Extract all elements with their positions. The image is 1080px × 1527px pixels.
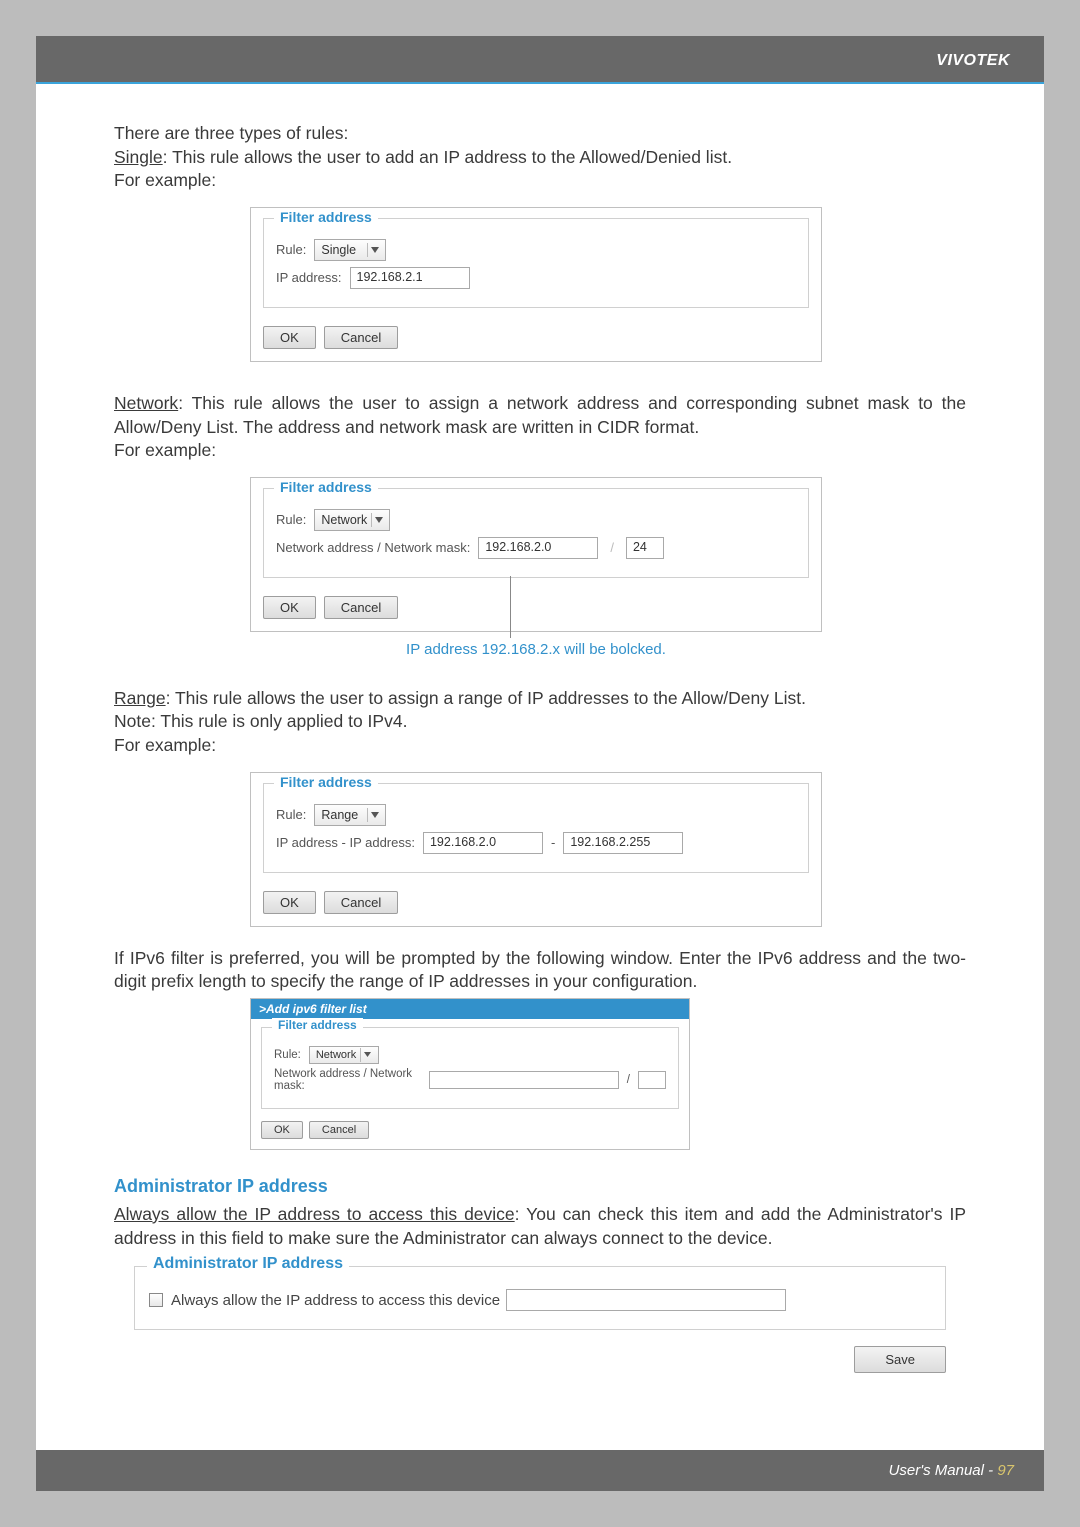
intro-single: Single: This rule allows the user to add… bbox=[114, 146, 966, 170]
chevron-down-icon bbox=[367, 243, 381, 257]
prefix-input[interactable]: 24 bbox=[626, 537, 664, 559]
single-label: Single bbox=[114, 147, 163, 167]
admin-fieldset: Administrator IP address Always allow th… bbox=[134, 1266, 946, 1330]
chevron-down-icon bbox=[360, 1048, 374, 1062]
ip-to-input[interactable]: 192.168.2.255 bbox=[563, 832, 683, 854]
document-page: VIVOTEK There are three types of rules: … bbox=[36, 36, 1044, 1491]
ipv6-title: >Add ipv6 filter list bbox=[251, 999, 689, 1019]
single-desc: : This rule allows the user to add an IP… bbox=[163, 147, 732, 167]
ok-button[interactable]: OK bbox=[261, 1121, 303, 1139]
footer-bar: User's Manual - 97 bbox=[36, 1450, 1044, 1491]
brand-text: VIVOTEK bbox=[936, 52, 1010, 69]
dialog-ipv6: >Add ipv6 filter list Filter address Rul… bbox=[250, 998, 690, 1150]
callout-line bbox=[510, 576, 511, 638]
ip-label: IP address: bbox=[276, 270, 342, 285]
fieldset-range: Filter address Rule: Range IP address - … bbox=[263, 783, 809, 873]
row-ip-single: IP address: 192.168.2.1 bbox=[276, 267, 796, 289]
mask-label: Network address / Network mask: bbox=[276, 540, 470, 555]
ok-button[interactable]: OK bbox=[263, 596, 316, 619]
prefix-input-ipv6[interactable] bbox=[638, 1071, 666, 1089]
rule-select-network[interactable]: Network bbox=[314, 509, 390, 531]
rule-label: Rule: bbox=[276, 242, 306, 257]
for-example-1: For example: bbox=[114, 169, 966, 193]
slash-text: / bbox=[627, 1074, 630, 1086]
rule-label: Rule: bbox=[274, 1049, 301, 1061]
ok-button[interactable]: OK bbox=[263, 891, 316, 914]
addr-input[interactable]: 192.168.2.0 bbox=[478, 537, 598, 559]
addr-input-ipv6[interactable] bbox=[429, 1071, 619, 1089]
range-desc: : This rule allows the user to assign a … bbox=[166, 688, 806, 708]
range-note: Note: This rule is only applied to IPv4. bbox=[114, 710, 966, 734]
rule-select-single[interactable]: Single bbox=[314, 239, 386, 261]
btnrow-range: OK Cancel bbox=[251, 885, 821, 926]
legend-network: Filter address bbox=[274, 479, 378, 495]
legend-single: Filter address bbox=[274, 209, 378, 225]
legend-range: Filter address bbox=[274, 774, 378, 790]
admin-desc: Always allow the IP address to access th… bbox=[114, 1203, 966, 1250]
rule-select-value: Network bbox=[321, 513, 367, 527]
footer-page: 97 bbox=[997, 1462, 1014, 1479]
fieldset-single: Filter address Rule: Single IP address: … bbox=[263, 218, 809, 308]
fieldset-ipv6: Filter address Rule: Network Network add… bbox=[261, 1027, 679, 1109]
admin-ip-input[interactable] bbox=[506, 1289, 786, 1311]
dialog-filter-network: Filter address Rule: Network Network add… bbox=[250, 477, 822, 632]
admin-checkbox[interactable] bbox=[149, 1293, 163, 1307]
mask-label: Network address / Network mask: bbox=[274, 1068, 421, 1092]
range-label: Range bbox=[114, 688, 166, 708]
iprange-label: IP address - IP address: bbox=[276, 835, 415, 850]
ip-input-single[interactable]: 192.168.2.1 bbox=[350, 267, 470, 289]
ipv6-intro: If IPv6 filter is preferred, you will be… bbox=[114, 947, 966, 994]
rule-select-value: Single bbox=[321, 243, 356, 257]
row-iprange: IP address - IP address: 192.168.2.0 - 1… bbox=[276, 832, 796, 854]
admin-checkbox-label: Always allow the IP address to access th… bbox=[171, 1292, 500, 1309]
page-content: There are three types of rules: Single: … bbox=[36, 84, 1044, 1383]
rule-label: Rule: bbox=[276, 512, 306, 527]
save-button[interactable]: Save bbox=[854, 1346, 946, 1373]
legend-ipv6: Filter address bbox=[272, 1018, 363, 1032]
rule-select-value: Network bbox=[316, 1049, 356, 1061]
admin-section-title: Administrator IP address bbox=[114, 1176, 966, 1197]
network-caption-box: IP address 192.168.2.x will be bolcked. bbox=[250, 638, 822, 659]
chevron-down-icon bbox=[371, 513, 385, 527]
row-rule-range: Rule: Range bbox=[276, 804, 796, 826]
ip-from-input[interactable]: 192.168.2.0 bbox=[423, 832, 543, 854]
rule-select-value: Range bbox=[321, 808, 358, 822]
cancel-button[interactable]: Cancel bbox=[324, 891, 398, 914]
slash-text: / bbox=[606, 540, 618, 555]
range-para: Range: This rule allows the user to assi… bbox=[114, 687, 966, 711]
row-rule-network: Rule: Network bbox=[276, 509, 796, 531]
btnrow-ipv6: OK Cancel bbox=[251, 1117, 689, 1149]
for-example-3: For example: bbox=[114, 734, 966, 758]
dialog-filter-range: Filter address Rule: Range IP address - … bbox=[250, 772, 822, 927]
rule-label: Rule: bbox=[276, 807, 306, 822]
cancel-button[interactable]: Cancel bbox=[324, 596, 398, 619]
footer-text: User's Manual - bbox=[889, 1462, 998, 1479]
network-label: Network bbox=[114, 393, 178, 413]
cancel-button[interactable]: Cancel bbox=[309, 1121, 369, 1139]
cancel-button[interactable]: Cancel bbox=[324, 326, 398, 349]
admin-legend: Administrator IP address bbox=[147, 1255, 349, 1273]
brand-header: VIVOTEK bbox=[36, 36, 1044, 82]
dialog-filter-single: Filter address Rule: Single IP address: … bbox=[250, 207, 822, 362]
row-mask-network: Network address / Network mask: 192.168.… bbox=[276, 537, 796, 559]
chevron-down-icon bbox=[367, 808, 381, 822]
network-caption: IP address 192.168.2.x will be bolcked. bbox=[406, 641, 666, 658]
row-mask-ipv6: Network address / Network mask: / bbox=[274, 1068, 666, 1092]
btnrow-single: OK Cancel bbox=[251, 320, 821, 361]
save-row: Save bbox=[134, 1346, 946, 1373]
rule-select-ipv6[interactable]: Network bbox=[309, 1046, 379, 1064]
rule-select-range[interactable]: Range bbox=[314, 804, 386, 826]
row-rule-single: Rule: Single bbox=[276, 239, 796, 261]
fieldset-network: Filter address Rule: Network Network add… bbox=[263, 488, 809, 578]
btnrow-network: OK Cancel bbox=[251, 590, 821, 631]
ok-button[interactable]: OK bbox=[263, 326, 316, 349]
dash-text: - bbox=[551, 835, 555, 850]
admin-row: Always allow the IP address to access th… bbox=[149, 1289, 931, 1311]
for-example-2: For example: bbox=[114, 439, 966, 463]
intro-line1: There are three types of rules: bbox=[114, 122, 966, 146]
row-rule-ipv6: Rule: Network bbox=[274, 1046, 666, 1064]
network-para: Network: This rule allows the user to as… bbox=[114, 392, 966, 439]
admin-underline-label: Always allow the IP address to access th… bbox=[114, 1204, 515, 1224]
network-desc: : This rule allows the user to assign a … bbox=[114, 393, 966, 437]
